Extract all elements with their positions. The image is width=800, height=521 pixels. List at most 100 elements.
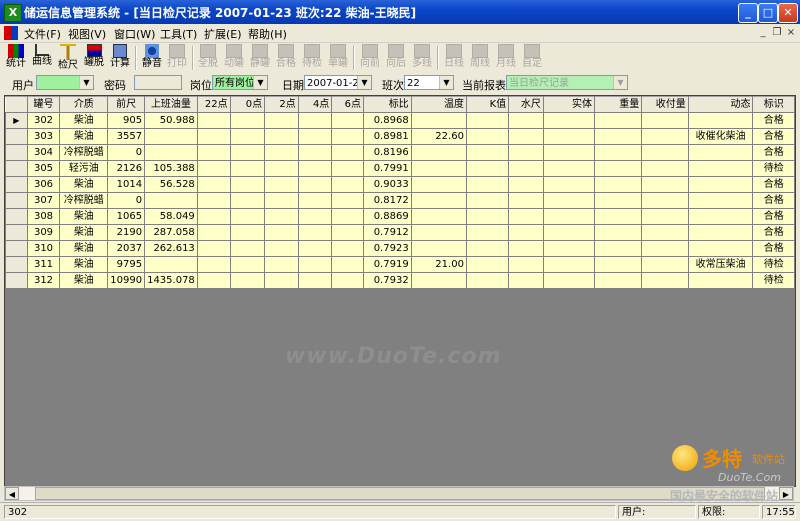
table-cell[interactable]: [26, 453, 61, 469]
table-cell[interactable]: [542, 393, 595, 409]
table-cell[interactable]: [331, 438, 364, 454]
chevron-down-icon[interactable]: ▼: [357, 76, 371, 89]
table-cell[interactable]: [144, 348, 198, 364]
table-cell[interactable]: [508, 192, 544, 209]
row-indicator[interactable]: [5, 256, 28, 273]
table-cell[interactable]: [229, 393, 266, 409]
menu-view[interactable]: 视图(V): [68, 26, 106, 42]
table-cell[interactable]: [144, 393, 198, 409]
table-cell[interactable]: [542, 378, 595, 394]
table-cell[interactable]: 1014: [107, 176, 146, 193]
row-indicator[interactable]: [5, 176, 28, 193]
post-select[interactable]: 所有岗位 ▼: [212, 75, 268, 90]
table-cell[interactable]: 287.058: [144, 224, 198, 241]
table-cell[interactable]: 1065: [107, 208, 146, 225]
table-row[interactable]: [5, 393, 795, 409]
table-cell[interactable]: [508, 256, 544, 273]
table-cell[interactable]: [144, 128, 198, 145]
table-cell[interactable]: [508, 393, 544, 409]
table-cell[interactable]: [508, 288, 544, 304]
column-header[interactable]: 2点: [264, 96, 299, 113]
column-header[interactable]: 4点: [297, 96, 333, 113]
table-cell[interactable]: [331, 128, 364, 145]
table-cell[interactable]: [362, 423, 412, 439]
table-cell[interactable]: 0.7991: [362, 160, 412, 177]
table-cell[interactable]: [542, 192, 595, 209]
table-cell[interactable]: [229, 176, 266, 193]
table-cell[interactable]: [144, 256, 198, 273]
table-cell[interactable]: [465, 303, 510, 319]
mdi-restore-button[interactable]: ❐: [770, 26, 784, 39]
table-row[interactable]: [5, 378, 795, 394]
column-header[interactable]: 0点: [229, 96, 266, 113]
table-cell[interactable]: 柴油: [59, 272, 109, 289]
table-cell[interactable]: 合格: [752, 112, 795, 129]
table-cell[interactable]: [641, 112, 689, 129]
table-cell[interactable]: [542, 348, 595, 364]
table-cell[interactable]: [542, 240, 595, 257]
table-cell[interactable]: 合格: [752, 224, 795, 241]
table-cell[interactable]: [229, 303, 266, 319]
column-header[interactable]: 动态: [687, 96, 754, 113]
table-cell[interactable]: [264, 128, 299, 145]
table-cell[interactable]: [196, 378, 231, 394]
table-cell[interactable]: [331, 393, 364, 409]
table-cell[interactable]: [196, 144, 231, 161]
table-cell[interactable]: [508, 112, 544, 129]
column-header[interactable]: 前尺: [107, 96, 146, 113]
table-cell[interactable]: [331, 112, 364, 129]
table-cell[interactable]: [410, 192, 467, 209]
table-cell[interactable]: 305: [26, 160, 61, 177]
table-cell[interactable]: [542, 224, 595, 241]
table-cell[interactable]: [196, 348, 231, 364]
table-cell[interactable]: [196, 192, 231, 209]
table-cell[interactable]: [593, 192, 643, 209]
table-cell[interactable]: [593, 303, 643, 319]
maximize-button[interactable]: □: [758, 3, 778, 23]
table-row[interactable]: [5, 423, 795, 439]
table-cell[interactable]: [264, 288, 299, 304]
table-cell[interactable]: [229, 256, 266, 273]
column-header[interactable]: 标比: [362, 96, 412, 113]
table-cell[interactable]: [144, 318, 198, 334]
column-header[interactable]: 6点: [331, 96, 364, 113]
table-cell[interactable]: 0: [107, 144, 146, 161]
table-cell[interactable]: [264, 378, 299, 394]
table-row[interactable]: 303 柴油 3557 0.8981 22.60 收催化柴油 合格: [5, 128, 795, 145]
table-cell[interactable]: [107, 408, 146, 424]
table-cell[interactable]: [26, 393, 61, 409]
row-indicator[interactable]: [5, 438, 28, 454]
table-cell[interactable]: [593, 423, 643, 439]
table-cell[interactable]: [229, 378, 266, 394]
minimize-button[interactable]: _: [738, 3, 758, 23]
table-cell[interactable]: 308: [26, 208, 61, 225]
table-cell[interactable]: 0: [107, 192, 146, 209]
table-cell[interactable]: [593, 256, 643, 273]
table-cell[interactable]: [641, 408, 689, 424]
table-cell[interactable]: [196, 438, 231, 454]
table-cell[interactable]: [687, 144, 754, 161]
column-header[interactable]: 收付量: [641, 96, 689, 113]
table-cell[interactable]: [752, 363, 795, 379]
table-cell[interactable]: 50.988: [144, 112, 198, 129]
table-cell[interactable]: [229, 423, 266, 439]
table-cell[interactable]: [229, 192, 266, 209]
row-indicator[interactable]: [5, 393, 28, 409]
table-cell[interactable]: [229, 408, 266, 424]
table-cell[interactable]: [410, 393, 467, 409]
table-cell[interactable]: [410, 303, 467, 319]
table-cell[interactable]: [297, 256, 333, 273]
table-cell[interactable]: [229, 224, 266, 241]
table-cell[interactable]: [264, 144, 299, 161]
menu-extend[interactable]: 扩展(E): [204, 26, 242, 42]
table-cell[interactable]: 合格: [752, 240, 795, 257]
table-cell[interactable]: 58.049: [144, 208, 198, 225]
table-cell[interactable]: [641, 333, 689, 349]
table-cell[interactable]: 待检: [752, 256, 795, 273]
table-cell[interactable]: 待检: [752, 272, 795, 289]
table-cell[interactable]: [542, 256, 595, 273]
table-cell[interactable]: [144, 333, 198, 349]
table-cell[interactable]: [264, 423, 299, 439]
table-cell[interactable]: [465, 318, 510, 334]
table-cell[interactable]: 待检: [752, 160, 795, 177]
